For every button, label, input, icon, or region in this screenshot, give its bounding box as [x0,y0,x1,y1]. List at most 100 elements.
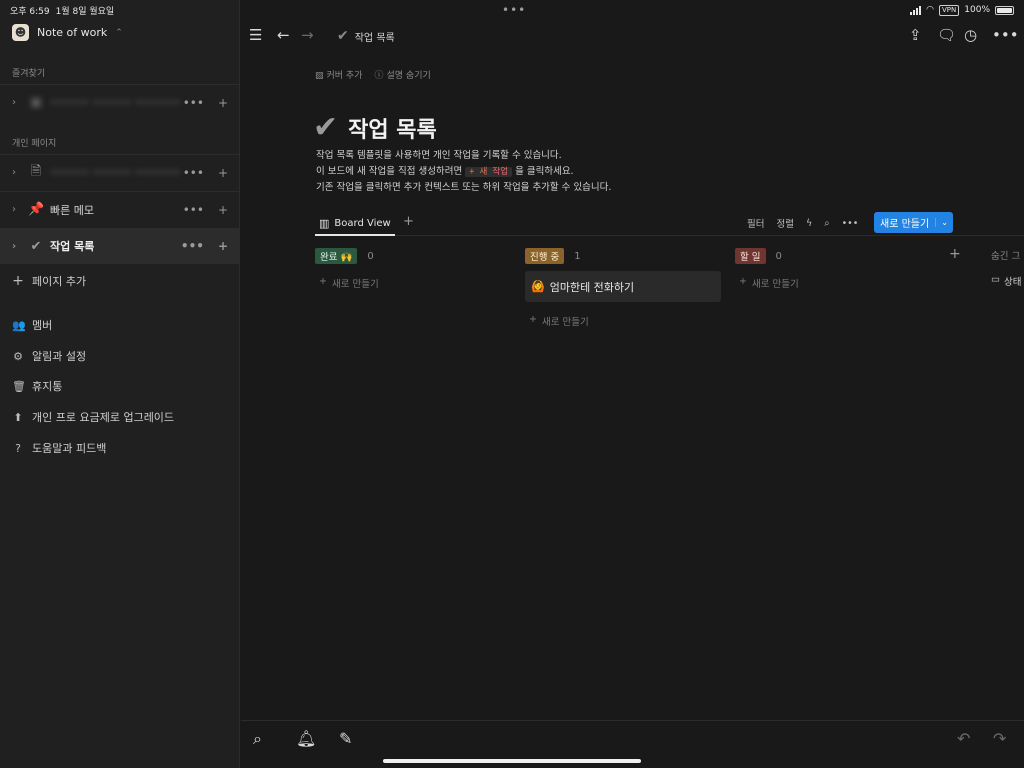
pushpin-icon: 📌 [28,202,45,217]
signal-icon [910,5,922,15]
add-icon[interactable]: + [218,203,228,217]
add-cover-button[interactable]: ▧ 커버 추가 [315,68,363,81]
new-card-label: 새로 만들기 [541,317,589,328]
new-card-label: 새로 만들기 [331,279,379,290]
checkmark-icon: ✔ [30,238,42,254]
more-icon[interactable]: ••• [992,26,1019,44]
column-count: 0 [367,250,374,262]
add-icon[interactable]: + [218,166,228,180]
multitasking-dots[interactable]: ••• [502,3,526,17]
sort-button[interactable]: 정렬 [776,216,793,230]
hide-description-button[interactable]: ⓘ 설명 숨기기 [375,68,431,81]
add-cover-label: 커버 추가 [326,71,363,81]
history-icon[interactable]: ◷ [964,26,977,44]
chevron-right-icon[interactable]: › [12,204,22,215]
sidebar-link-members[interactable]: 👥 멤버 [12,317,52,333]
sidebar-item-page-1[interactable]: › 🗎 •••••• •••••• ••••••• ••• + [0,154,240,190]
add-group-icon[interactable]: + [949,246,961,262]
new-card-button[interactable]: + 새로 만들기 [735,276,931,290]
lightning-icon[interactable]: ϟ [806,218,812,229]
add-icon[interactable]: + [218,239,228,253]
hidden-groups-label: 숨긴 그 [991,251,1021,262]
more-icon[interactable]: ••• [183,96,204,110]
new-card-button[interactable]: + 새로 만들기 [315,276,511,290]
inline-code: + 새 작업 [465,167,513,177]
card-emoji-icon: 🙆 [531,280,545,293]
new-button[interactable]: 새로 만들기 ⌄ [874,212,953,233]
link-label: 알림과 설정 [32,350,87,363]
description-line-3: 기존 작업을 클릭하면 추가 컨텍스트 또는 하위 작업을 추가할 수 있습니다… [316,182,612,193]
page-title[interactable]: 작업 목록 [348,112,437,144]
home-indicator[interactable] [383,759,641,763]
more-icon[interactable]: ••• [183,166,204,180]
breadcrumb[interactable]: ✔ 작업 목록 [337,28,395,44]
status-tag[interactable]: 할 일 [735,248,766,264]
menu-icon[interactable]: ☰ [249,26,262,44]
share-icon[interactable]: ⇪ [909,26,922,44]
battery-percent: 100% [964,5,990,15]
redo-icon[interactable]: ↷ [993,729,1006,748]
private-pages-label: 개인 페이지 [12,139,57,149]
sidebar-item-quick-memo[interactable]: › 📌 빠른 메모 ••• + [0,191,240,227]
workspace-switcher[interactable]: ☻ Note of work ⌃ [12,24,123,41]
hidden-groups: 숨긴 그 ▭ 상태 [991,248,1024,288]
chevron-right-icon[interactable]: › [12,97,22,108]
undo-icon[interactable]: ↶ [957,729,970,748]
description-text: 이 보드에 새 작업을 직접 생성하려면 [316,166,463,177]
sidebar: ☻ Note of work ⌃ 즐겨찾기 › ▣ •••••• •••••• … [0,0,240,768]
plus-icon: + [319,276,327,287]
new-card-button[interactable]: + 새로 만들기 [525,314,721,328]
sidebar-item-label: •••••• •••••• ••••••• [50,166,181,179]
compose-icon[interactable]: ✎ [339,729,352,748]
more-icon[interactable]: ••• [183,203,204,217]
page-icon-checkmark[interactable]: ✔ [313,110,338,145]
favorites-label: 즐겨찾기 [12,69,46,79]
hidden-group-item[interactable]: ▭ 상태 [991,274,1024,288]
status-tag[interactable]: 진행 중 [525,248,565,264]
more-icon[interactable]: ••• [181,239,204,253]
sidebar-item-label: •••••• •••••• ••••••• [50,96,181,109]
more-icon[interactable]: ••• [842,218,859,229]
back-arrow-icon[interactable]: ← [277,26,290,44]
forward-arrow-icon[interactable]: → [301,26,314,44]
hide-description-label: 설명 숨기기 [386,71,431,81]
search-icon[interactable]: ⌕ [253,729,262,749]
info-icon: ⓘ [374,71,384,81]
description-line-2: 이 보드에 새 작업을 직접 생성하려면 + 새 작업 을 클릭하세요. [316,164,611,180]
sidebar-link-trash[interactable]: 🗑 휴지통 [12,378,62,394]
tab-board-view[interactable]: ▥ Board View [315,212,395,236]
members-icon: 👥 [12,318,26,332]
filter-button[interactable]: 필터 [747,216,764,230]
page-description: 작업 목록 템플릿을 사용하면 개인 작업을 기록할 수 있습니다. 이 보드에… [316,148,611,196]
add-view-icon[interactable]: + [403,214,414,229]
upgrade-icon: ⬆ [13,410,23,424]
bell-icon[interactable]: 🔔︎ [296,729,316,748]
plus-icon: + [12,273,24,289]
hidden-item-label: 상태 [1003,277,1022,288]
plus-icon: + [739,276,747,287]
board: 완료 🙌 0 + 새로 만들기 진행 중 1 🙆 엄마한테 전화하기 + 새로 만들… [315,246,1024,720]
board-column-done: 완료 🙌 0 + 새로 만들기 [315,248,511,290]
chevron-down-icon[interactable]: ⌄ [935,218,953,227]
search-icon[interactable]: ⌕ [824,218,829,229]
status-tag[interactable]: 완료 🙌 [315,248,358,264]
sidebar-item-favorite[interactable]: › ▣ •••••• •••••• ••••••• ••• + [0,84,240,120]
status-date: 1월 8일 월요일 [55,6,115,17]
workspace-name: Note of work [37,26,108,39]
add-icon[interactable]: + [218,96,228,110]
chevron-right-icon[interactable]: › [12,167,22,178]
chevron-updown-icon: ⌃ [115,27,123,38]
sidebar-item-label: 빠른 메모 [50,203,94,217]
board-column-todo: 할 일 0 + 새로 만들기 [735,248,931,290]
sidebar-item-task-list[interactable]: › ✔ 작업 목록 ••• + [0,228,240,264]
sidebar-link-upgrade[interactable]: ⬆ 개인 프로 요금제로 업그레이드 [12,409,174,425]
chevron-right-icon[interactable]: › [12,241,22,252]
comments-icon[interactable]: 🗨 [937,26,956,44]
sidebar-link-help[interactable]: ? 도움말과 피드백 [12,440,106,456]
board-card[interactable]: 🙆 엄마한테 전화하기 [525,271,721,302]
sidebar-item-label: 작업 목록 [50,240,95,253]
view-bar: ▥ Board View + 필터 정렬 ϟ ⌕ ••• 새로 만들기 ⌄ [315,212,1024,236]
sidebar-link-settings[interactable]: ⚙ 알림과 설정 [12,348,86,364]
trash-icon: 🗑 [12,379,26,393]
add-page-button[interactable]: + 페이지 추가 [12,273,86,289]
